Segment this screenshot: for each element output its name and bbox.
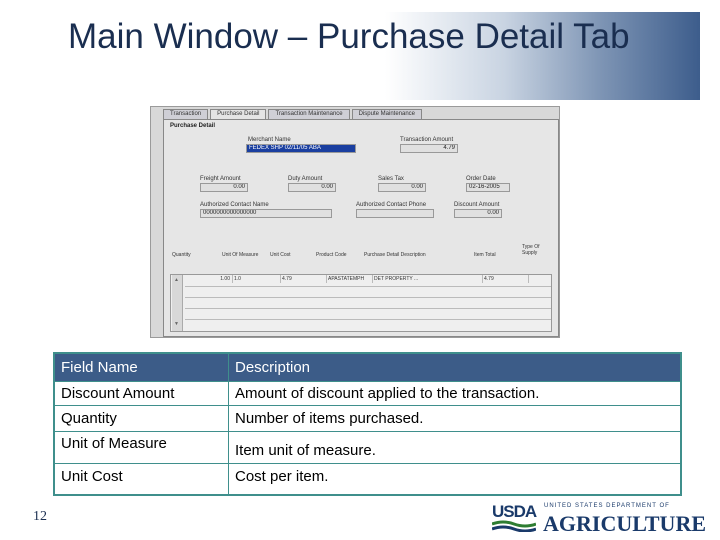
row-description: Item unit of measure. <box>235 442 376 459</box>
discount-amount-field[interactable]: 0.00 <box>454 209 502 218</box>
page-number: 12 <box>33 509 47 524</box>
table-row: Unit Cost Cost per item. <box>55 464 680 494</box>
header-field-name: Field Name <box>55 354 229 381</box>
table-header-row: Field Name Description <box>55 354 680 382</box>
tab-dispute-maintenance[interactable]: Dispute Maintenance <box>351 109 423 119</box>
grid-cell-description[interactable]: DET PROPERTY ... <box>373 275 483 283</box>
header-description: Description <box>235 359 311 376</box>
grid-header-unit-of-measure: Unit Of Measure <box>222 252 259 258</box>
scroll-down-icon[interactable]: ▼ <box>174 321 179 327</box>
grid-header-description: Purchase Detail Description <box>364 252 426 258</box>
grid-cell-type-of-supply[interactable] <box>529 275 553 283</box>
table-row: Discount Amount Amount of discount appli… <box>55 382 680 406</box>
app-screenshot: Transaction Purchase Detail Transaction … <box>150 106 560 338</box>
grid-row[interactable] <box>185 286 551 297</box>
grid-cell-item-total[interactable]: 4.79 <box>483 275 529 283</box>
row-field-name: Discount Amount <box>55 382 229 405</box>
merchant-name-field[interactable]: FEDEX SHP 02/11/05 ABA <box>246 144 356 153</box>
grid-cell-unit-of-measure[interactable]: 1.0 <box>233 275 281 283</box>
grid-scrollbar[interactable]: ▲ ▼ <box>172 275 183 331</box>
row-description: Cost per item. <box>235 468 329 485</box>
scroll-up-icon[interactable]: ▲ <box>174 277 179 283</box>
grid-row[interactable] <box>185 319 551 330</box>
panel-title: Purchase Detail <box>170 123 216 129</box>
authorized-contact-name-field[interactable]: 0000000000000000 <box>200 209 332 218</box>
row-description: Amount of discount applied to the transa… <box>235 385 540 402</box>
grid-header-type-of-supply: Type Of Supply <box>522 244 540 256</box>
row-field-name: Unit Cost <box>55 464 229 494</box>
merchant-name-label: Merchant Name <box>248 137 291 143</box>
usda-department-text: UNITED STATES DEPARTMENT OF <box>544 503 670 509</box>
field-description-table: Field Name Description Discount Amount A… <box>53 352 682 496</box>
order-date-field[interactable]: 02-16-2005 <box>466 183 510 192</box>
grid-row[interactable] <box>185 308 551 319</box>
duty-amount-label: Duty Amount <box>288 176 323 182</box>
discount-amount-label: Discount Amount <box>454 202 500 208</box>
usda-mark: USDA <box>492 502 537 521</box>
transaction-amount-field[interactable]: 4.79 <box>400 144 458 153</box>
authorized-contact-phone-field[interactable] <box>356 209 434 218</box>
authorized-contact-name-label: Authorized Contact Name <box>200 202 269 208</box>
duty-amount-field[interactable]: 0.00 <box>288 183 336 192</box>
grid-cell-product-code[interactable]: APASTATEMPH <box>327 275 373 283</box>
grid-header-quantity: Quantity <box>172 252 191 258</box>
order-date-label: Order Date <box>466 176 496 182</box>
sales-tax-label: Sales Tax <box>378 176 404 182</box>
grid-row[interactable] <box>185 297 551 308</box>
table-row: Quantity Number of items purchased. <box>55 406 680 432</box>
row-field-name: Quantity <box>55 406 229 431</box>
grid-row[interactable]: 1.00 1.0 4.79 APASTATEMPH DET PROPERTY .… <box>185 275 551 285</box>
purchase-detail-grid: ▲ ▼ 1.00 1.0 4.79 APASTATEMPH DET PROPER… <box>170 274 552 332</box>
row-description: Number of items purchased. <box>235 410 424 427</box>
grid-header-item-total: Item Total <box>474 252 496 258</box>
freight-amount-field[interactable]: 0.00 <box>200 183 248 192</box>
tab-transaction[interactable]: Transaction <box>163 109 209 119</box>
transaction-amount-label: Transaction Amount <box>400 137 454 143</box>
purchase-detail-panel: Purchase Detail Merchant Name FEDEX SHP … <box>163 119 559 337</box>
row-field-name: Unit of Measure <box>55 432 229 463</box>
usda-logo: USDA UNITED STATES DEPARTMENT OF AGRICUL… <box>492 500 707 536</box>
grid-cell-unit-cost[interactable]: 4.79 <box>281 275 327 283</box>
table-row: Unit of Measure Item unit of measure. <box>55 432 680 464</box>
grid-header-product-code: Product Code <box>316 252 347 258</box>
authorized-contact-phone-label: Authorized Contact Phone <box>356 202 427 208</box>
usda-agriculture-text: AGRICULTURE <box>543 511 707 536</box>
freight-amount-label: Freight Amount <box>200 176 241 182</box>
usda-waves-icon <box>492 520 536 532</box>
grid-cell-quantity[interactable]: 1.00 <box>185 275 233 283</box>
sales-tax-field[interactable]: 0.00 <box>378 183 426 192</box>
slide-title: Main Window – Purchase Detail Tab <box>68 17 630 56</box>
tab-transaction-maintenance[interactable]: Transaction Maintenance <box>268 109 350 119</box>
grid-header-unit-cost: Unit Cost <box>270 252 291 258</box>
tab-bar: Transaction Purchase Detail Transaction … <box>163 109 424 119</box>
tab-purchase-detail[interactable]: Purchase Detail <box>210 109 267 119</box>
